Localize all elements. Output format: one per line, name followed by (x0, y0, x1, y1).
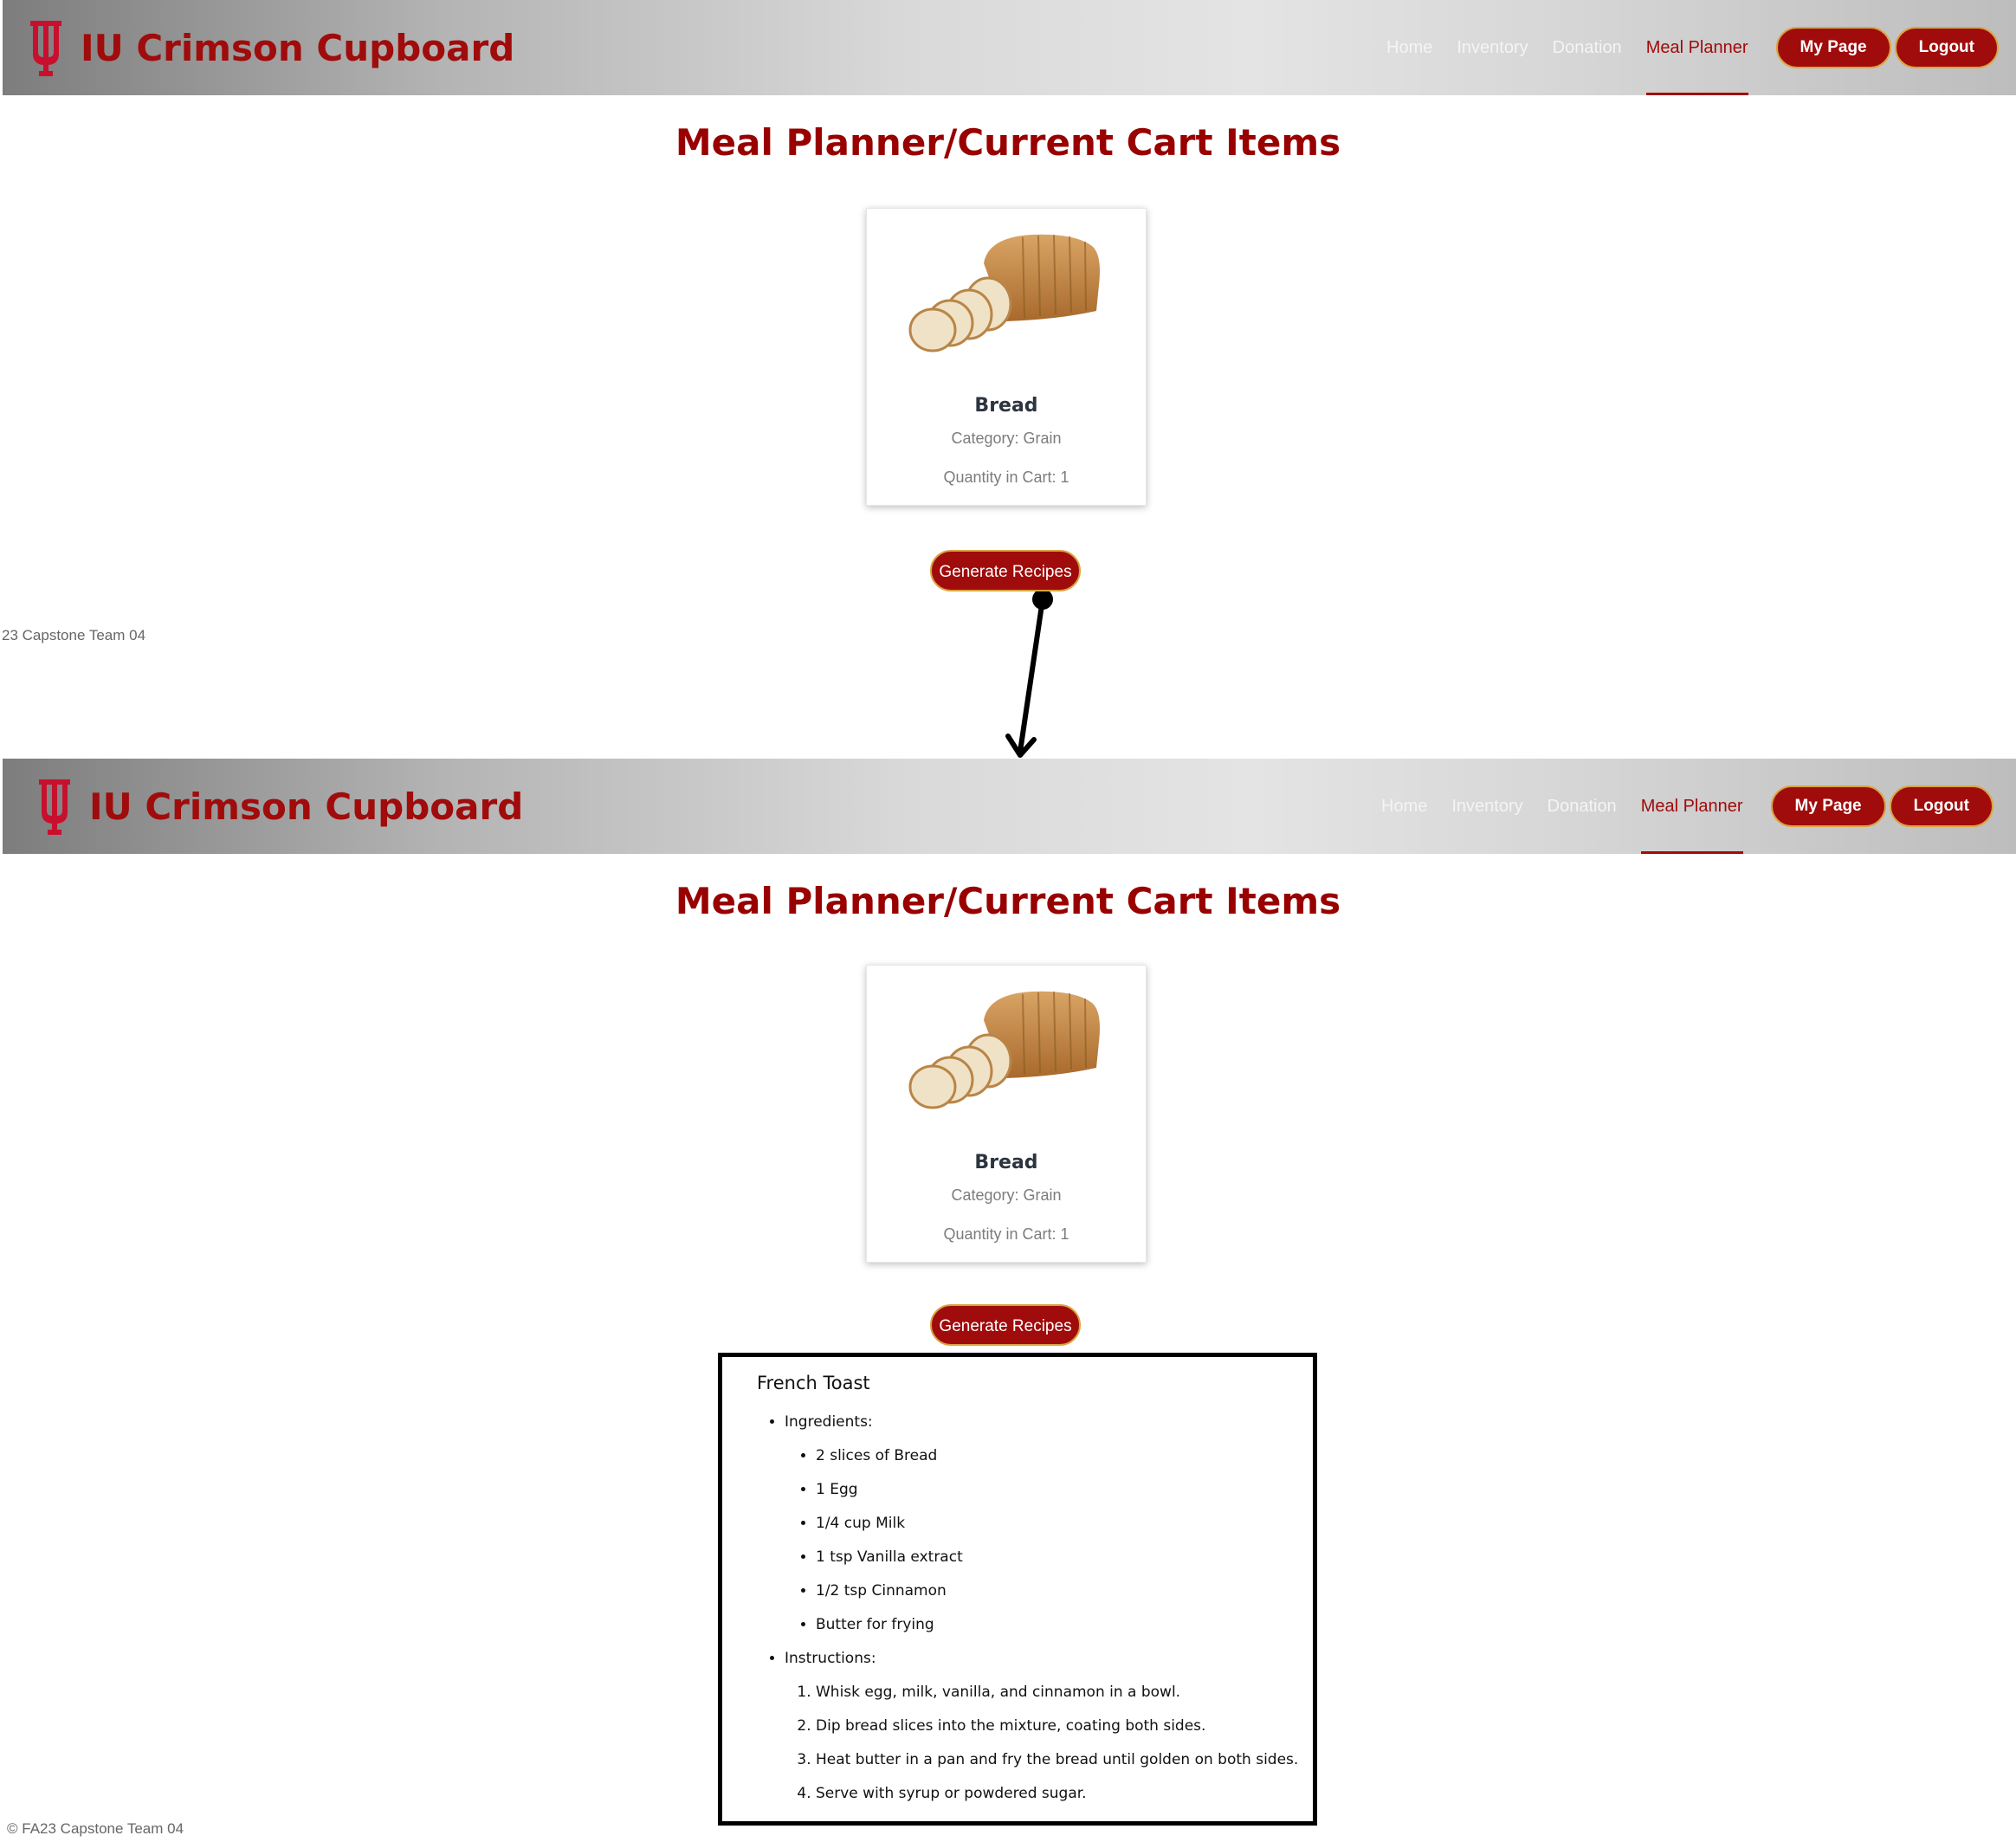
page-title: Meal Planner/Current Cart Items (675, 121, 1341, 164)
footer-text: © FA23 Capstone Team 04 (7, 1820, 184, 1837)
iu-trident-icon (30, 21, 61, 76)
nav-home[interactable]: Home (1386, 0, 1432, 95)
instruction-step: Serve with syrup or powdered sugar. (816, 1777, 1298, 1811)
navbar: IU Crimson Cupboard Home Inventory Donat… (3, 0, 2016, 95)
page-title: Meal Planner/Current Cart Items (675, 880, 1341, 922)
nav-meal-planner[interactable]: Meal Planner (1645, 0, 1748, 95)
ingredient-item: 1/4 cup Milk (816, 1507, 1298, 1541)
generate-recipes-button[interactable]: Generate Recipes (930, 550, 1081, 591)
recipe-title: French Toast (757, 1373, 870, 1393)
brand-name: IU Crimson Cupboard (81, 26, 515, 69)
nav-home[interactable]: Home (1381, 759, 1427, 854)
nav-menu: Home Inventory Donation Meal Planner My … (1381, 759, 1993, 854)
item-category: Category: Grain (951, 1186, 1062, 1204)
cart-item-card: Bread Category: Grain Quantity in Cart: … (866, 965, 1147, 1263)
screenshot-before: IU Crimson Cupboard Home Inventory Donat… (0, 0, 2016, 658)
ingredient-item: Butter for frying (816, 1608, 1298, 1642)
ingredient-item: 1 tsp Vanilla extract (816, 1541, 1298, 1574)
my-page-button[interactable]: My Page (1775, 27, 1891, 68)
recipe-sections: Ingredients: 2 slices of Bread 1 Egg 1/4… (757, 1406, 1298, 1811)
ingredient-item: 1 Egg (816, 1473, 1298, 1507)
logout-button[interactable]: Logout (1894, 27, 1999, 68)
logout-button[interactable]: Logout (1889, 785, 1993, 827)
cart-item-card: Bread Category: Grain Quantity in Cart: … (866, 208, 1147, 506)
bread-loaf-image (908, 234, 1100, 352)
ingredients-label: Ingredients: (785, 1413, 873, 1431)
ingredients-section: Ingredients: 2 slices of Bread 1 Egg 1/4… (785, 1406, 1298, 1642)
item-quantity: Quantity in Cart: 1 (943, 469, 1069, 486)
iu-trident-icon (39, 779, 70, 835)
my-page-button[interactable]: My Page (1770, 785, 1886, 827)
footer-text: 23 Capstone Team 04 (2, 627, 146, 643)
ingredient-item: 1/2 tsp Cinnamon (816, 1574, 1298, 1608)
nav-inventory[interactable]: Inventory (1457, 0, 1528, 95)
item-category: Category: Grain (951, 430, 1062, 447)
item-quantity: Quantity in Cart: 1 (943, 1225, 1069, 1243)
instructions-section: Instructions: Whisk egg, milk, vanilla, … (785, 1642, 1298, 1811)
item-name: Bread (974, 1152, 1038, 1173)
instruction-step: Heat butter in a pan and fry the bread u… (816, 1743, 1298, 1777)
ingredient-item: 2 slices of Bread (816, 1439, 1298, 1473)
generate-recipes-button[interactable]: Generate Recipes (930, 1304, 1081, 1346)
nav-donation[interactable]: Donation (1553, 0, 1622, 95)
nav-inventory[interactable]: Inventory (1451, 759, 1522, 854)
navbar: IU Crimson Cupboard Home Inventory Donat… (3, 759, 2016, 854)
brand-logo[interactable]: IU Crimson Cupboard (36, 776, 523, 837)
nav-menu: Home Inventory Donation Meal Planner My … (1386, 0, 1999, 95)
nav-meal-planner[interactable]: Meal Planner (1640, 759, 1743, 854)
ingredients-list: 2 slices of Bread 1 Egg 1/4 cup Milk 1 t… (785, 1439, 1298, 1642)
generated-recipe-panel: French Toast Ingredients: 2 slices of Br… (718, 1353, 1317, 1826)
item-name: Bread (974, 395, 1038, 417)
nav-donation[interactable]: Donation (1548, 759, 1617, 854)
instruction-step: Dip bread slices into the mixture, coati… (816, 1710, 1298, 1743)
instruction-step: Whisk egg, milk, vanilla, and cinnamon i… (816, 1676, 1298, 1710)
instructions-label: Instructions: (785, 1650, 876, 1667)
bread-loaf-image (908, 991, 1100, 1109)
brand-logo[interactable]: IU Crimson Cupboard (27, 17, 514, 78)
brand-name: IU Crimson Cupboard (89, 785, 524, 828)
instructions-list: Whisk egg, milk, vanilla, and cinnamon i… (785, 1676, 1298, 1811)
